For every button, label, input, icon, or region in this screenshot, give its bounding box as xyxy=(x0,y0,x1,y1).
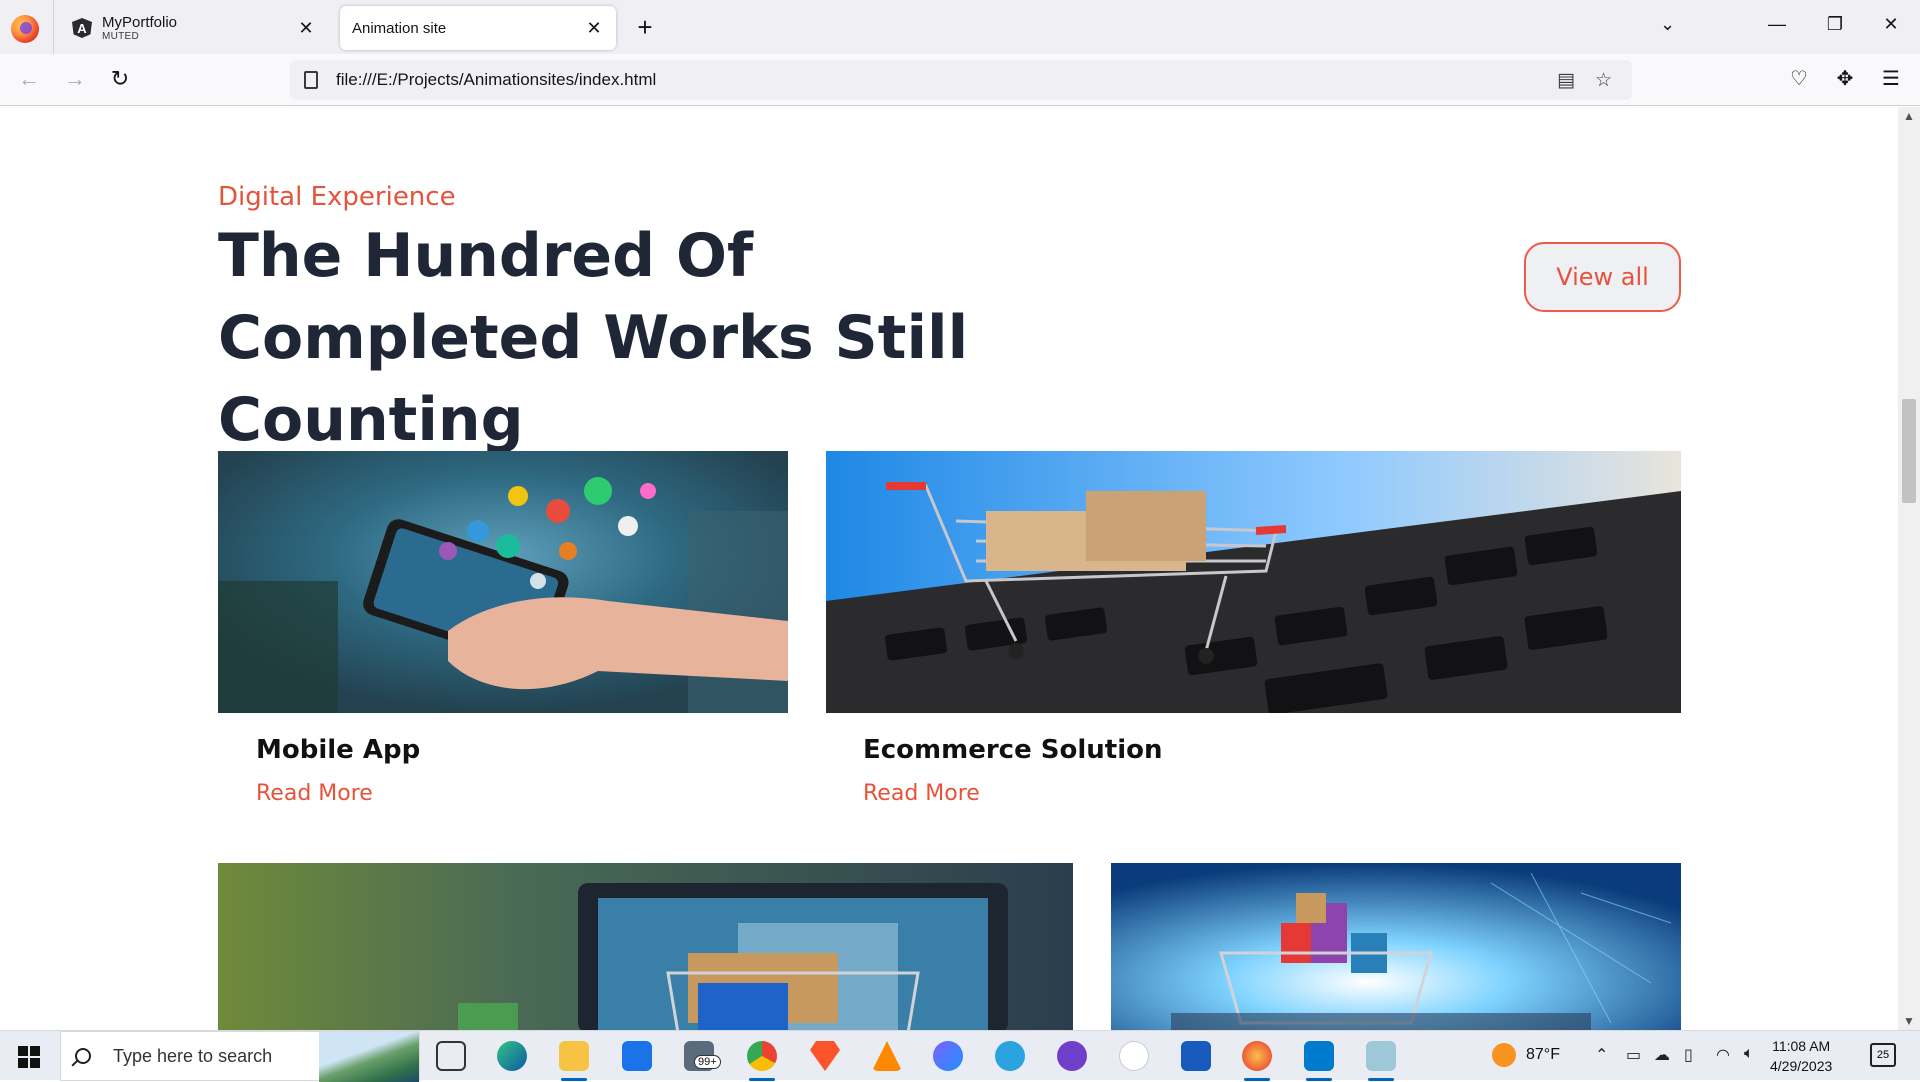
divider xyxy=(53,0,54,54)
mobile-app-image xyxy=(218,451,788,713)
tab-title: MyPortfolio xyxy=(102,14,178,31)
close-icon[interactable]: ✕ xyxy=(584,18,604,39)
windows-start-icon[interactable] xyxy=(18,1046,40,1068)
date: 4/29/2023 xyxy=(1770,1058,1833,1074)
section-subtitle: Digital Experience xyxy=(218,182,456,212)
online-shopping-image xyxy=(218,863,1073,1030)
extensions-icon[interactable]: ✥ xyxy=(1830,66,1860,91)
page-icon xyxy=(304,71,318,89)
brave-icon[interactable] xyxy=(810,1041,840,1071)
read-more-link[interactable]: Read More xyxy=(863,781,980,806)
telegram-icon[interactable] xyxy=(995,1041,1025,1071)
section-heading: The Hundred Of Completed Works Still Cou… xyxy=(218,221,969,455)
read-more-link[interactable]: Read More xyxy=(256,781,373,806)
mail-icon[interactable]: 99+ xyxy=(684,1041,721,1071)
tab-myportfolio[interactable]: A MyPortfolio MUTED ✕ xyxy=(60,6,328,50)
tab-muted-label: MUTED xyxy=(102,31,140,42)
time: 11:08 AM xyxy=(1772,1038,1831,1054)
chrome-icon[interactable] xyxy=(747,1041,777,1081)
scroll-thumb[interactable] xyxy=(1902,399,1916,503)
bookmark-star-icon[interactable]: ☆ xyxy=(1595,69,1612,92)
new-tab-button[interactable]: + xyxy=(630,12,660,43)
list-all-tabs-chevron-down-icon[interactable]: ⌄ xyxy=(1660,14,1675,35)
address-bar[interactable]: file:///E:/Projects/Animationsites/index… xyxy=(290,60,1632,100)
file-explorer-icon[interactable] xyxy=(559,1041,589,1081)
portfolio-card-online-shopping xyxy=(218,863,1073,1030)
portfolio-card-mobile-app: Mobile App Read More xyxy=(218,451,788,806)
angular-icon: A xyxy=(72,18,92,38)
vlc-icon[interactable] xyxy=(872,1041,902,1071)
scroll-up-arrow-icon[interactable]: ▲ xyxy=(1903,109,1915,123)
minimize-button[interactable]: — xyxy=(1762,14,1792,35)
restore-button[interactable]: ❐ xyxy=(1820,14,1850,35)
navigation-toolbar: ← → ↻ file:///E:/Projects/Animationsites… xyxy=(0,54,1920,106)
tab-animation-site[interactable]: Animation site ✕ xyxy=(340,6,616,50)
taskbar: Type here to search 99+ 87°F ⌃ ▭ ☁ ▯ ◠ 🔈… xyxy=(0,1030,1920,1082)
edge-icon[interactable] xyxy=(497,1041,527,1071)
menu-icon[interactable]: ☰ xyxy=(1876,66,1906,91)
firefox-icon[interactable] xyxy=(11,15,39,43)
search-icon xyxy=(75,1048,91,1064)
battery-icon[interactable]: ▯ xyxy=(1684,1045,1693,1065)
reader-view-icon[interactable]: ▤ xyxy=(1557,69,1575,92)
notepad-icon[interactable] xyxy=(1366,1041,1396,1081)
weather-widget[interactable]: 87°F xyxy=(1492,1043,1560,1067)
view-all-button[interactable]: View all xyxy=(1524,242,1681,312)
url-text[interactable]: file:///E:/Projects/Animationsites/index… xyxy=(336,70,1557,90)
vscode-icon[interactable] xyxy=(1304,1041,1334,1081)
portfolio-card-ecommerce: Ecommerce Solution Read More xyxy=(826,451,1681,806)
back-arrow-icon[interactable]: ← xyxy=(14,66,44,92)
microsoft-store-icon[interactable] xyxy=(622,1041,652,1071)
mongodb-icon[interactable] xyxy=(1119,1041,1149,1071)
github-desktop-icon[interactable] xyxy=(1057,1041,1087,1071)
card-title: Ecommerce Solution xyxy=(863,735,1163,765)
page-viewport: Digital Experience The Hundred Of Comple… xyxy=(0,107,1898,1030)
word-icon[interactable] xyxy=(1181,1041,1211,1071)
search-highlight-image xyxy=(319,1032,419,1082)
wifi-icon[interactable]: ◠ xyxy=(1716,1045,1730,1065)
pocket-icon[interactable]: ♡ xyxy=(1784,66,1814,91)
forward-arrow-icon[interactable]: → xyxy=(60,66,90,92)
reload-icon[interactable]: ↻ xyxy=(105,66,135,92)
tab-bar: A MyPortfolio MUTED ✕ Animation site ✕ +… xyxy=(0,0,1920,54)
task-view-icon[interactable] xyxy=(436,1041,466,1071)
close-window-button[interactable]: ✕ xyxy=(1876,14,1906,35)
onedrive-icon[interactable]: ☁ xyxy=(1654,1045,1670,1065)
notification-center-icon[interactable]: 25 xyxy=(1870,1043,1896,1067)
close-icon[interactable]: ✕ xyxy=(296,18,316,39)
taskbar-search-box[interactable]: Type here to search xyxy=(60,1031,420,1082)
copilot-icon[interactable] xyxy=(933,1041,963,1071)
tab-title: Animation site xyxy=(352,19,447,37)
meet-now-icon[interactable]: ▭ xyxy=(1626,1045,1641,1065)
search-placeholder: Type here to search xyxy=(113,1045,273,1066)
mail-badge: 99+ xyxy=(694,1055,721,1069)
clock[interactable]: 11:08 AM 4/29/2023 xyxy=(1770,1036,1832,1076)
chevron-up-icon[interactable]: ⌃ xyxy=(1595,1045,1608,1065)
scroll-down-arrow-icon[interactable]: ▼ xyxy=(1903,1014,1915,1028)
portfolio-card-digital-marketplace xyxy=(1111,863,1681,1030)
firefox-taskbar-icon[interactable] xyxy=(1242,1041,1272,1081)
sun-icon xyxy=(1492,1043,1516,1067)
temperature: 87°F xyxy=(1526,1046,1560,1063)
volume-icon[interactable]: 🔈︎ xyxy=(1744,1045,1754,1063)
vertical-scrollbar[interactable]: ▲ ▼ xyxy=(1898,107,1920,1030)
card-title: Mobile App xyxy=(256,735,421,765)
digital-marketplace-image xyxy=(1111,863,1681,1030)
ecommerce-image xyxy=(826,451,1681,713)
